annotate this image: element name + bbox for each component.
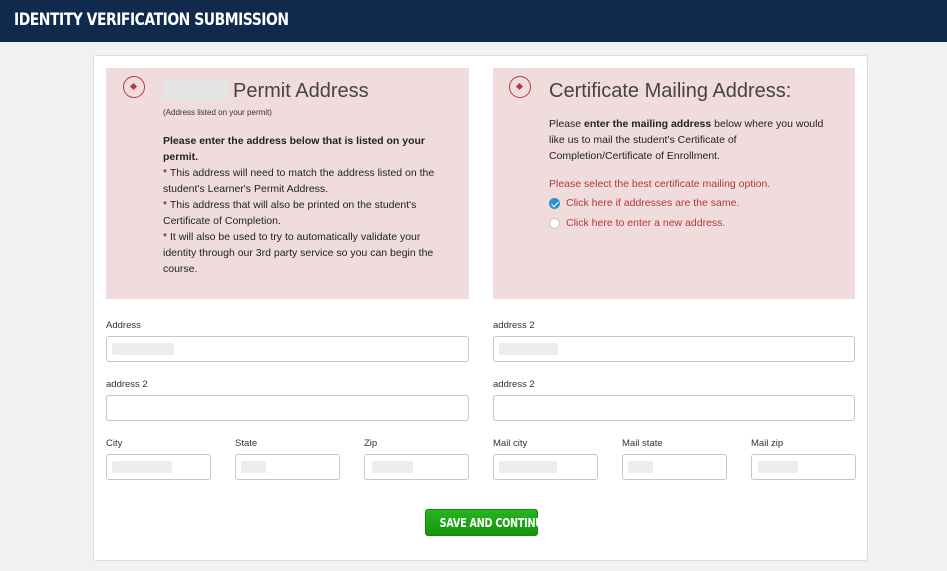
redacted-state-name xyxy=(163,80,229,101)
mail-zip-field[interactable] xyxy=(751,454,856,480)
mail-city-label: Mail city xyxy=(493,438,528,449)
permit-panel-subtitle: (Address listed on your permit) xyxy=(163,108,272,117)
mail-address-label: address 2 xyxy=(493,320,535,331)
zip-field[interactable] xyxy=(364,454,469,480)
city-field[interactable] xyxy=(106,454,211,480)
zip-label: Zip xyxy=(364,438,378,449)
mailing-intro-prefix: Please xyxy=(549,118,585,130)
permit-panel-instructions: Please enter the address below that is l… xyxy=(163,133,455,277)
mailing-options-heading: Please select the best certificate maili… xyxy=(549,178,771,190)
permit-panel-title: Permit Address xyxy=(233,80,369,102)
city-label: City xyxy=(106,438,123,449)
address-label: Address xyxy=(106,320,141,331)
permit-intro-bold: Please enter the address below that is l… xyxy=(163,135,425,163)
address-field[interactable] xyxy=(106,336,469,362)
mail-zip-label: Mail zip xyxy=(751,438,784,449)
top-header: IDENTITY VERIFICATION SUBMISSION xyxy=(0,0,947,42)
mailing-intro-bold: enter the mailing address xyxy=(584,118,712,130)
checkmark-icon[interactable] xyxy=(549,197,560,209)
option-same-address[interactable]: Click here if addresses are the same. xyxy=(549,196,739,210)
circle-dot-icon xyxy=(509,76,531,98)
option-new-address[interactable]: Click here to enter a new address. xyxy=(549,216,725,230)
permit-bullet-2: * This address that will also be printed… xyxy=(163,199,417,227)
page-title: IDENTITY VERIFICATION SUBMISSION xyxy=(14,10,289,30)
permit-bullet-3: * It will also be used to try to automat… xyxy=(163,231,434,275)
mail-state-label: Mail state xyxy=(622,438,663,449)
mail-address2-field[interactable] xyxy=(493,395,855,421)
radio-unchecked-icon[interactable] xyxy=(549,217,560,229)
mailing-panel-title: Certificate Mailing Address: xyxy=(549,80,792,102)
mailing-panel-instructions: Please enter the mailing address below w… xyxy=(549,116,834,164)
option-new-label[interactable]: Click here to enter a new address. xyxy=(566,217,725,229)
mail-state-field[interactable] xyxy=(622,454,727,480)
address2-label: address 2 xyxy=(106,379,148,390)
state-label: State xyxy=(235,438,258,449)
mail-address-field[interactable] xyxy=(493,336,855,362)
address2-field[interactable] xyxy=(106,395,469,421)
save-button-label: SAVE AND CONTINUE xyxy=(439,515,550,530)
mail-city-field[interactable] xyxy=(493,454,598,480)
save-and-continue-button[interactable]: SAVE AND CONTINUE xyxy=(425,509,549,536)
option-same-label[interactable]: Click here if addresses are the same. xyxy=(566,197,739,209)
state-field[interactable] xyxy=(235,454,340,480)
circle-dot-icon xyxy=(123,76,145,98)
mail-address2-label: address 2 xyxy=(493,379,535,390)
permit-bullet-1: * This address will need to match the ad… xyxy=(163,167,435,195)
